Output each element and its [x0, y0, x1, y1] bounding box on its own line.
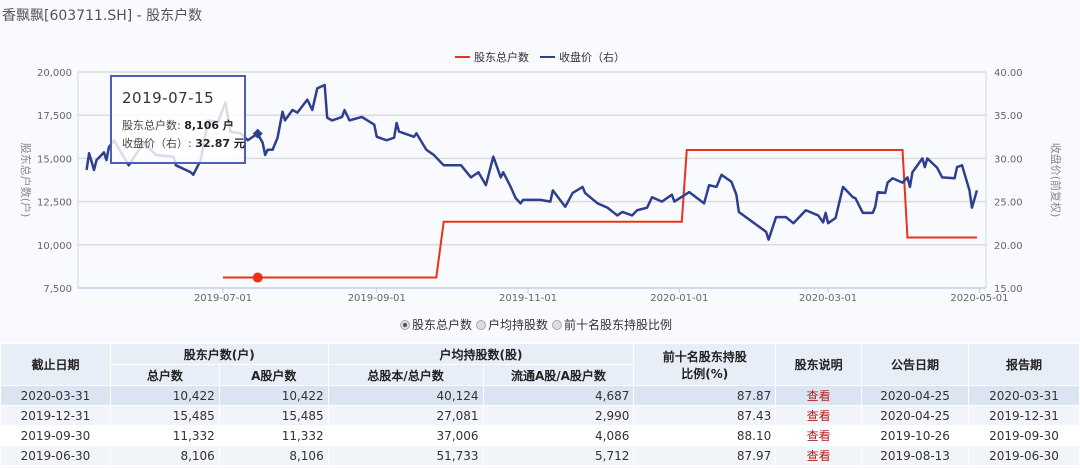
- cell-pub: 2020-04-25: [861, 405, 970, 426]
- tooltip-holders-label: 股东总户数:: [122, 119, 181, 132]
- tooltip-date: 2019-07-15: [122, 89, 215, 107]
- cell-avg_float: 4,086: [482, 425, 635, 446]
- cell-a: 10,422: [218, 385, 329, 406]
- cell-top10: 87.87: [633, 385, 777, 406]
- radio-avg-shares[interactable]: 户均持股数: [476, 316, 548, 333]
- y-left-tick-label: 10,000: [37, 241, 72, 252]
- y-left-tick-label: 12,500: [37, 198, 72, 209]
- y-left-tick-label: 17,500: [37, 111, 72, 122]
- cell-avg_float: 5,712: [482, 445, 635, 466]
- cell-total: 8,106: [109, 445, 220, 466]
- metric-radio-group: 股东总户数 户均持股数 前十名股东持股比例: [400, 316, 672, 333]
- header-a-holders: A股户数: [218, 364, 329, 386]
- cell-date: 2019-12-31: [0, 405, 111, 426]
- cell-report: 2019-06-30: [968, 445, 1080, 466]
- tooltip-price-value: 32.87 元: [195, 137, 245, 150]
- x-tick-label: 2020-05-01: [950, 293, 1008, 304]
- legend-holders-label: 股东总户数: [474, 50, 529, 64]
- header-avg-float: 流通A股/A股户数: [482, 364, 635, 386]
- x-tick-label: 2019-11-01: [499, 293, 557, 304]
- header-total: 总户数: [109, 364, 220, 386]
- cell-a: 8,106: [218, 445, 329, 466]
- cell-avg_total: 27,081: [327, 405, 484, 426]
- tooltip-price-label: 收盘价（右）:: [122, 137, 192, 150]
- y-right-tick-label: 25.00: [994, 198, 1023, 209]
- holders-hover-marker: [252, 272, 263, 283]
- x-tick-label: 2020-01-01: [650, 293, 708, 304]
- cell-avg_total: 37,006: [327, 425, 484, 446]
- table-row: 2019-09-30 11,332 11,332 37,006 4,086 88.10 查看…: [0, 425, 1080, 446]
- holders-price-chart: 7,500 15.0010,000 20.0012,500 25.0015,000 30…: [19, 50, 1063, 304]
- cell-pub: 2019-10-26: [861, 425, 970, 446]
- view-link[interactable]: 查看: [775, 425, 863, 446]
- tooltip-holders-value: 8,106 户: [184, 119, 234, 132]
- y-left-tick-label: 7,500: [43, 284, 72, 295]
- cell-a: 11,332: [218, 425, 329, 446]
- table-row: 2020-03-31 10,422 10,422 40,124 4,687 87.87 查看…: [0, 385, 1080, 406]
- cell-top10: 88.10: [633, 425, 777, 446]
- header-top10-line2: 比例(%): [681, 366, 729, 381]
- radio-dot[interactable]: [400, 319, 410, 330]
- chart-tooltip: 2019-07-15 股东总户数: 8,106 户 收盘价（右）: 32.87 …: [110, 75, 246, 164]
- holders-table: 截止日期 股东户数(户) 户均持股数(股) 前十名股东持股 比例(%) 股东说明 …: [0, 343, 1080, 466]
- header-avg-group: 户均持股数(股): [327, 343, 635, 365]
- cell-avg_total: 51,733: [327, 445, 484, 466]
- y-left-axis-title: 股东总户数(户): [19, 143, 33, 218]
- radio-dot[interactable]: [476, 319, 487, 330]
- cell-date: 2019-09-30: [0, 425, 111, 446]
- view-link[interactable]: 查看: [775, 405, 863, 426]
- legend-price-label: 收盘价（右）: [559, 50, 625, 64]
- table-row: 2019-12-31 15,485 15,485 27,081 2,990 87.43 查看…: [0, 405, 1080, 426]
- cell-avg_float: 2,990: [482, 405, 635, 426]
- y-left-tick-label: 20,000: [37, 68, 72, 79]
- y-right-tick-label: 35.00: [994, 111, 1023, 122]
- table-row: 2019-06-30 8,106 8,106 51,733 5,712 87.97 查看 20…: [0, 445, 1080, 466]
- header-note: 股东说明: [775, 343, 863, 386]
- cell-total: 11,332: [109, 425, 220, 446]
- radio-holders[interactable]: 股东总户数: [400, 316, 472, 333]
- cell-top10: 87.43: [633, 405, 777, 426]
- cell-date: 2020-03-31: [0, 385, 111, 406]
- header-top10: 前十名股东持股 比例(%): [633, 343, 777, 386]
- cell-avg_total: 40,124: [327, 385, 484, 406]
- cell-avg_float: 4,687: [482, 385, 635, 406]
- header-avg-total: 总股本/总户数: [327, 364, 484, 386]
- radio-top10-ratio[interactable]: 前十名股东持股比例: [552, 316, 672, 333]
- y-left-tick-label: 15,000: [37, 154, 72, 165]
- x-tick-label: 2020-03-01: [799, 293, 857, 304]
- cell-date: 2019-06-30: [0, 445, 111, 466]
- y-right-axis-title: 收盘价(前复权): [1049, 143, 1063, 218]
- radio-label: 前十名股东持股比例: [564, 318, 673, 332]
- radio-label: 股东总户数: [412, 318, 473, 332]
- header-holders-group: 股东户数(户): [109, 343, 329, 365]
- y-right-tick-label: 20.00: [994, 241, 1023, 252]
- header-top10-line1: 前十名股东持股: [662, 349, 747, 364]
- radio-dot[interactable]: [552, 319, 563, 330]
- radio-label: 户均持股数: [488, 318, 549, 332]
- cell-a: 15,485: [218, 405, 329, 426]
- y-right-tick-label: 40.00: [994, 68, 1023, 79]
- cell-pub: 2020-04-25: [861, 385, 970, 406]
- cell-pub: 2019-08-13: [861, 445, 970, 466]
- header-pub-date: 公告日期: [861, 343, 970, 386]
- cell-report: 2020-03-31: [968, 385, 1080, 406]
- cell-total: 10,422: [109, 385, 220, 406]
- view-link[interactable]: 查看: [775, 385, 863, 406]
- cell-top10: 87.97: [633, 445, 777, 466]
- cell-total: 15,485: [109, 405, 220, 426]
- view-link[interactable]: 查看: [775, 445, 863, 466]
- header-date: 截止日期: [0, 343, 111, 386]
- y-right-tick-label: 30.00: [994, 154, 1023, 165]
- cell-report: 2019-09-30: [968, 425, 1080, 446]
- header-report: 报告期: [968, 343, 1080, 386]
- x-tick-label: 2019-09-01: [348, 293, 406, 304]
- x-tick-label: 2019-07-01: [194, 293, 252, 304]
- cell-report: 2019-12-31: [968, 405, 1080, 426]
